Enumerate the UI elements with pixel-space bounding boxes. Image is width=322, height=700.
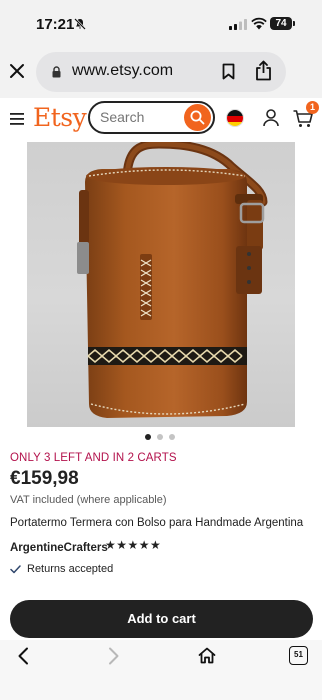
status-bar: 17:21 74 [0, 0, 322, 46]
product-price: €159,98 [10, 468, 79, 489]
hamburger-menu-icon[interactable] [10, 113, 24, 125]
tabs-count-button[interactable]: 51 [289, 646, 308, 665]
home-icon[interactable] [198, 647, 216, 664]
image-carousel-dots[interactable] [145, 434, 179, 442]
vat-note: VAT included (where applicable) [10, 494, 167, 506]
browser-bottom-toolbar: 51 [0, 640, 322, 700]
germany-flag-icon[interactable] [226, 109, 244, 127]
carousel-dot[interactable] [157, 434, 163, 440]
battery-indicator: 74 [270, 17, 292, 30]
share-icon[interactable] [255, 60, 272, 81]
cellular-signal-icon [229, 19, 247, 30]
bell-muted-icon [74, 18, 86, 30]
search-bar [88, 101, 215, 134]
carousel-dot[interactable] [169, 434, 175, 440]
checkmark-icon [10, 565, 21, 574]
url-text[interactable]: www.etsy.com [72, 62, 173, 80]
cart-count-badge: 1 [306, 101, 319, 114]
add-to-cart-button[interactable]: Add to cart [10, 600, 313, 638]
rating-stars[interactable]: ★★★★★ [105, 538, 161, 552]
back-chevron-icon[interactable] [17, 647, 29, 665]
status-time: 17:21 [36, 16, 75, 33]
returns-policy: Returns accepted [27, 563, 114, 575]
shop-name-link[interactable]: ArgentineCrafters [10, 542, 108, 554]
user-account-icon[interactable] [263, 109, 279, 127]
battery-tip [293, 21, 295, 26]
product-image[interactable] [27, 142, 295, 427]
search-button[interactable] [184, 104, 211, 131]
bookmark-icon[interactable] [222, 63, 235, 80]
product-title: Portatermo Termera con Bolso para Handma… [10, 517, 304, 529]
etsy-logo[interactable]: Etsy [33, 103, 87, 132]
browser-toolbar: www.etsy.com [0, 46, 322, 98]
leather-mate-case-photo [77, 142, 268, 418]
site-header: Etsy 1 [0, 98, 322, 142]
stock-alert: ONLY 3 LEFT AND IN 2 CARTS [10, 452, 177, 464]
lock-icon [52, 66, 61, 78]
close-icon[interactable] [9, 63, 25, 79]
wifi-icon [251, 17, 267, 30]
shop-row: ArgentineCrafters ★★★★★ [10, 538, 161, 554]
search-input[interactable] [100, 109, 180, 125]
carousel-dot-active[interactable] [145, 434, 151, 440]
search-icon [190, 110, 205, 125]
forward-chevron-icon[interactable] [108, 647, 120, 665]
